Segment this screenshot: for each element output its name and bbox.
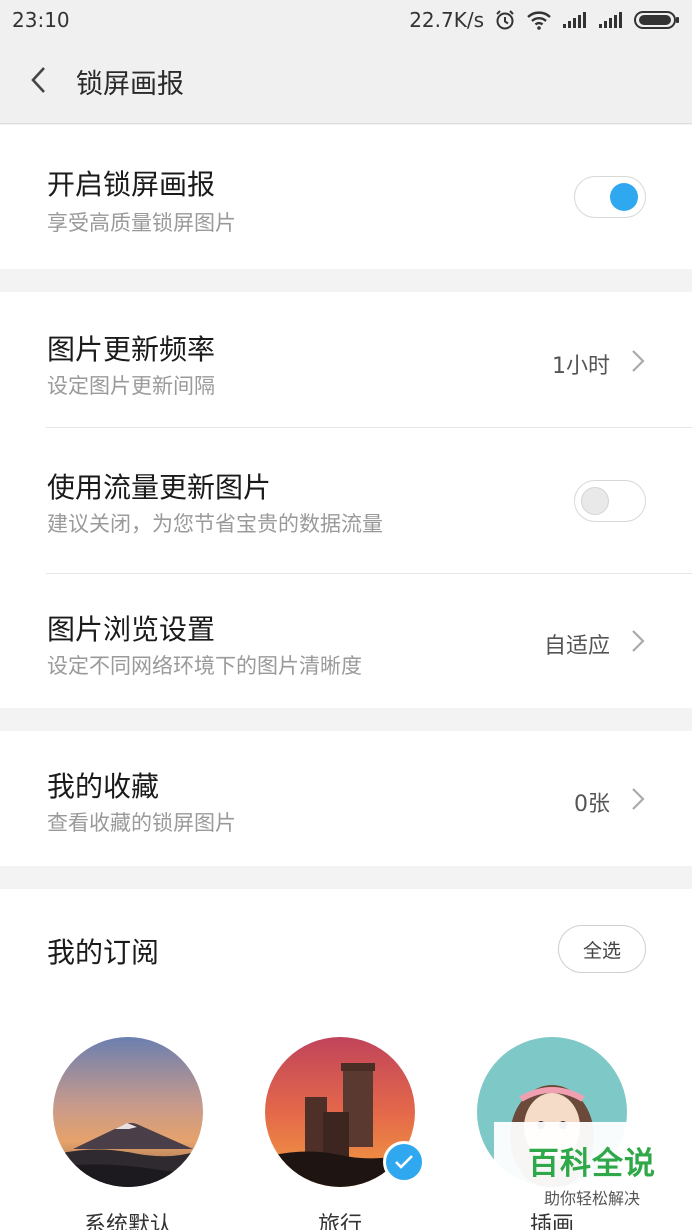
browse-settings-row[interactable]: 图片浏览设置 设定不同网络环境下的图片清晰度 自适应: [0, 574, 692, 708]
toggle-knob: [581, 487, 609, 515]
select-all-button[interactable]: 全选: [558, 925, 646, 973]
row-value: 0张: [574, 792, 610, 817]
enable-lockscreen-toggle[interactable]: [574, 176, 646, 218]
row-title: 我的收藏: [47, 770, 160, 803]
subscription-item-default[interactable]: 系统默认: [53, 1037, 203, 1230]
row-value: 1小时: [552, 354, 610, 379]
watermark-title: 百科全说: [528, 1146, 656, 1182]
favorites-section: 我的收藏 查看收藏的锁屏图片 0张: [0, 731, 692, 866]
row-title: 开启锁屏画报: [47, 168, 216, 201]
signal-icon: [598, 11, 624, 29]
row-title: 图片浏览设置: [47, 613, 216, 646]
row-subtitle: 设定图片更新间隔: [47, 374, 215, 398]
status-time: 23:10: [12, 8, 70, 32]
mountain-thumbnail: [53, 1037, 203, 1187]
signal-icon: [562, 11, 588, 29]
enable-lockscreen-row[interactable]: 开启锁屏画报 享受高质量锁屏图片: [0, 125, 692, 269]
row-subtitle: 享受高质量锁屏图片: [47, 211, 236, 235]
toggle-knob: [610, 183, 638, 211]
alarm-icon: [494, 9, 516, 31]
subscription-label: 系统默认: [83, 1213, 172, 1230]
network-speed: 22.7K/s: [409, 8, 484, 32]
back-arrow-icon: [29, 65, 49, 99]
page-title: 锁屏画报: [76, 69, 184, 100]
wifi-icon: [526, 10, 552, 30]
row-value: 自适应: [543, 634, 610, 659]
back-button[interactable]: [0, 40, 78, 124]
status-bar: 23:10 22.7K/s: [0, 0, 692, 40]
subscription-label: 插画: [529, 1213, 574, 1230]
row-subtitle: 查看收藏的锁屏图片: [47, 811, 236, 835]
subscription-label: 旅行: [317, 1213, 362, 1230]
selected-check-icon: [383, 1141, 425, 1183]
row-subtitle: 建议关闭，为您节省宝贵的数据流量: [47, 512, 383, 536]
update-frequency-row[interactable]: 图片更新频率 设定图片更新间隔 1小时: [0, 292, 692, 427]
watermark-subtitle: 助你轻松解决: [543, 1189, 640, 1208]
chevron-right-icon: [630, 348, 646, 378]
row-title: 使用流量更新图片: [47, 471, 272, 504]
subscriptions-title: 我的订阅: [47, 936, 160, 969]
enable-section: 开启锁屏画报 享受高质量锁屏图片: [0, 125, 692, 269]
subscription-item-travel[interactable]: 旅行: [265, 1037, 425, 1230]
chevron-right-icon: [630, 628, 646, 658]
mobile-data-toggle[interactable]: [574, 480, 646, 522]
watermark: 百科全说 助你轻松解决: [494, 1122, 690, 1208]
settings-section: 图片更新频率 设定图片更新间隔 1小时 使用流量更新图片 建议关闭，为您节省宝贵…: [0, 292, 692, 708]
row-subtitle: 设定不同网络环境下的图片清晰度: [47, 654, 362, 678]
row-title: 图片更新频率: [47, 333, 216, 366]
chevron-right-icon: [630, 786, 646, 816]
mobile-data-row[interactable]: 使用流量更新图片 建议关闭，为您节省宝贵的数据流量: [0, 428, 692, 573]
favorites-row[interactable]: 我的收藏 查看收藏的锁屏图片 0张: [0, 731, 692, 866]
battery-icon: [634, 10, 680, 30]
title-bar: 锁屏画报: [0, 40, 692, 124]
